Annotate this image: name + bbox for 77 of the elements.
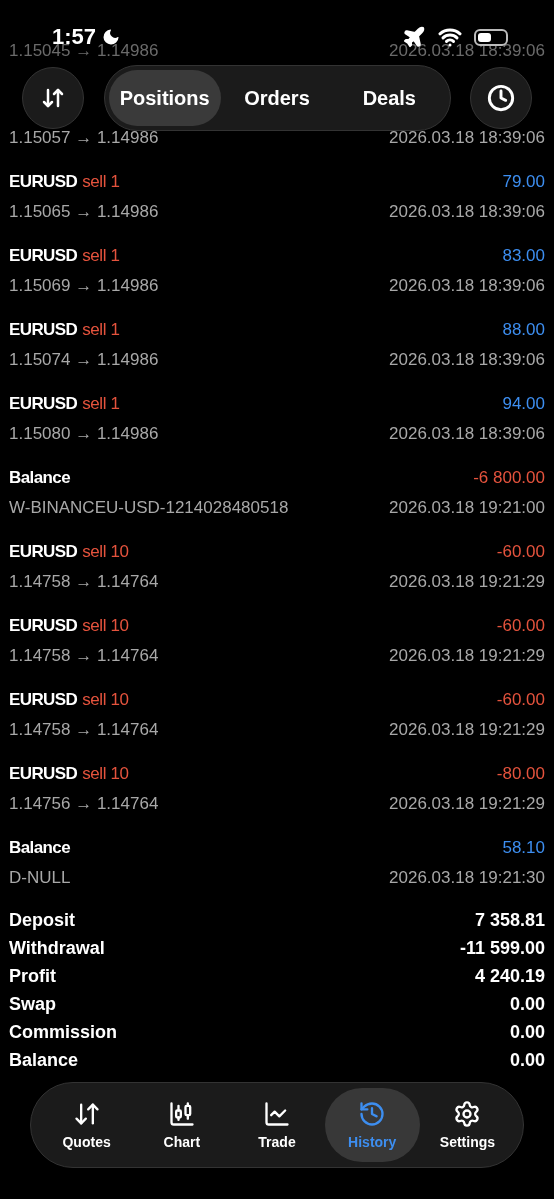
order-side: sell 1 — [82, 172, 120, 192]
balance-label: Balance — [9, 468, 70, 488]
summary-label: Profit — [9, 965, 56, 987]
price-text: 1.15080 → 1.14986 — [9, 424, 159, 444]
profit-value: 83.00 — [502, 246, 545, 266]
balance-label: Balance — [9, 838, 70, 858]
price-text: 1.15069 → 1.14986 — [9, 276, 159, 296]
profit-value: 79.00 — [502, 172, 545, 192]
profit-value: -60.00 — [496, 542, 545, 562]
battery-icon — [474, 28, 508, 46]
deal-time: 2026.03.18 19:21:30 — [389, 868, 545, 888]
deal-time: 2026.03.18 19:21:00 — [389, 498, 545, 518]
summary-value: 0.00 — [509, 1021, 545, 1043]
tab-bar-item[interactable]: Settings — [419, 1088, 515, 1162]
summary-label: Swap — [9, 993, 56, 1015]
profit-value: 88.00 — [502, 320, 545, 340]
comment-text: W-BINANCEU-USD-1214028480518 — [9, 498, 289, 518]
deal-time: 2026.03.18 18:39:06 — [389, 202, 545, 222]
summary-value: 0.00 — [509, 993, 545, 1015]
profit-value: -6 800.00 — [473, 468, 545, 488]
profit-value: -60.00 — [496, 616, 545, 636]
tab-bar-item[interactable]: Quotes — [39, 1088, 135, 1162]
history-icon — [358, 1100, 387, 1128]
deal-time: 2026.03.18 19:21:29 — [389, 572, 545, 592]
sort-icon — [41, 86, 65, 110]
symbol-label: EURUSD — [9, 246, 78, 266]
summary-value: 7 358.81 — [474, 909, 545, 931]
segment-tab[interactable]: Orders — [220, 70, 334, 126]
tab-bar-item[interactable]: Trade — [229, 1088, 325, 1162]
deal-time: 2026.03.18 19:21:29 — [389, 646, 545, 666]
settings-icon — [453, 1100, 482, 1128]
price-text: 1.15057 → 1.14986 — [9, 128, 159, 148]
order-side: sell 10 — [82, 690, 129, 710]
price-text: 1.14758 → 1.14764 — [9, 646, 159, 666]
comment-text: D-NULL — [9, 868, 71, 888]
profit-value: -60.00 — [496, 690, 545, 710]
summary-value: -11 599.00 — [459, 937, 545, 959]
deal-time: 2026.03.18 19:21:29 — [389, 720, 545, 740]
profit-value: -80.00 — [496, 764, 545, 784]
deal-time: 2026.03.18 18:39:06 — [389, 276, 545, 296]
profit-value: 94.00 — [502, 394, 545, 414]
symbol-label: EURUSD — [9, 394, 78, 414]
clock-icon — [487, 84, 515, 112]
price-text: 1.15074 → 1.14986 — [9, 350, 159, 370]
profit-value: 58.10 — [502, 838, 545, 858]
segment-tab[interactable]: Deals — [333, 70, 446, 126]
order-side: sell 10 — [82, 542, 129, 562]
segment-tab[interactable]: Positions — [108, 70, 221, 126]
symbol-label: EURUSD — [9, 764, 78, 784]
deal-time: 2026.03.18 18:39:06 — [389, 128, 545, 148]
order-side: sell 1 — [82, 246, 120, 266]
summary-label: Commission — [9, 1021, 118, 1043]
symbol-label: EURUSD — [9, 690, 78, 710]
symbol-label: EURUSD — [9, 542, 78, 562]
price-text: 1.14758 → 1.14764 — [9, 720, 159, 740]
tab-bar-item[interactable]: Chart — [134, 1088, 230, 1162]
price-text: 1.14758 → 1.14764 — [9, 572, 159, 592]
summary-label: Deposit — [9, 909, 75, 931]
order-side: sell 1 — [82, 394, 120, 414]
deal-time: 2026.03.18 18:39:06 — [389, 424, 545, 444]
order-side: sell 1 — [82, 320, 120, 340]
summary-value: 4 240.19 — [474, 965, 545, 987]
summary-label: Balance — [9, 1049, 79, 1071]
order-side: sell 10 — [82, 616, 129, 636]
tab-bar-item[interactable]: History — [324, 1088, 420, 1162]
summary-value: 0.00 — [509, 1049, 545, 1071]
order-side: sell 10 — [82, 764, 129, 784]
symbol-label: EURUSD — [9, 616, 78, 636]
candlestick-icon — [167, 1100, 196, 1128]
price-text: 1.15065 → 1.14986 — [9, 202, 159, 222]
deal-time: 2026.03.18 19:21:29 — [389, 794, 545, 814]
price-text: 1.14756 → 1.14764 — [9, 794, 159, 814]
line-chart-icon — [263, 1100, 291, 1128]
deal-time: 2026.03.18 18:39:06 — [389, 350, 545, 370]
symbol-label: EURUSD — [9, 172, 78, 192]
symbol-label: EURUSD — [9, 320, 78, 340]
summary-label: Withdrawal — [9, 937, 105, 959]
